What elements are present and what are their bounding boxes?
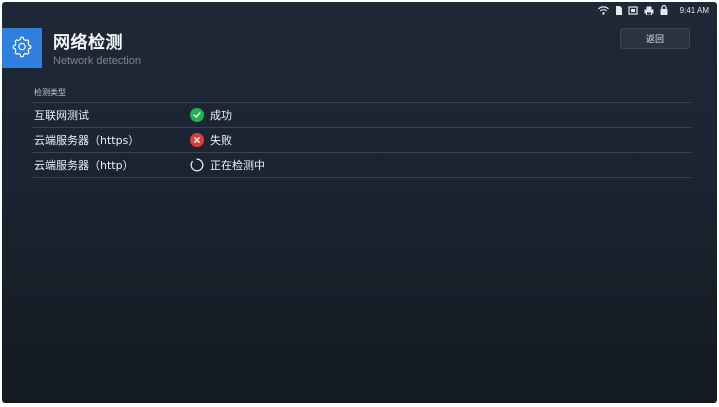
status-label: 正在检测中 [210, 159, 265, 172]
page-title: 网络检测 [53, 33, 123, 53]
printer-icon [644, 6, 654, 15]
detection-row-internet[interactable]: 互联网测试 成功 [33, 103, 691, 128]
status-label: 成功 [210, 109, 232, 122]
lock-icon [660, 5, 668, 15]
network-detection-screen: 9:41 AM 网络检测 Network detection 返回 检测类型 互… [2, 2, 717, 403]
section-label: 检测类型 [34, 88, 66, 97]
status-time: 9:41 AM [679, 5, 709, 15]
detection-result: 成功 [190, 107, 232, 123]
close-icon [190, 133, 204, 147]
detection-name: 互联网测试 [34, 109, 89, 122]
detection-list: 互联网测试 成功 云端服务器（https） 失败 云端服务器（http） 正在检… [33, 102, 691, 178]
wifi-icon [597, 5, 609, 15]
back-button[interactable]: 返回 [620, 28, 690, 49]
status-label: 失败 [210, 134, 232, 147]
loading-spinner-icon [190, 158, 204, 172]
gear-icon [10, 34, 34, 62]
detection-name: 云端服务器（https） [34, 134, 140, 147]
detection-row-http[interactable]: 云端服务器（http） 正在检测中 [33, 153, 691, 178]
check-icon [190, 108, 204, 122]
battery-saver-icon [628, 5, 638, 15]
sim-icon [615, 5, 622, 15]
detection-result: 失败 [190, 132, 232, 148]
status-bar: 9:41 AM [597, 2, 717, 18]
detection-row-https[interactable]: 云端服务器（https） 失败 [33, 128, 691, 153]
settings-tile [2, 28, 42, 68]
page-subtitle: Network detection [53, 55, 142, 67]
detection-result: 正在检测中 [190, 157, 265, 173]
detection-name: 云端服务器（http） [34, 159, 134, 172]
